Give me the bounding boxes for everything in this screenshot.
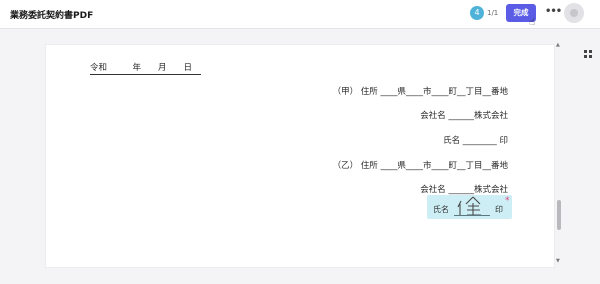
page-indicator-badge[interactable]: 4 [470, 6, 484, 20]
party-a-company: 会社名 ______株式会社 [420, 111, 508, 121]
document-title: 業務委託契約書PDF [10, 11, 94, 21]
top-toolbar: 業務委託契約書PDF 4 1/1 完成 ☝ ••• [0, 0, 600, 29]
signature-name-label: 氏名 [433, 205, 449, 214]
page-count: 1/1 [487, 9, 499, 17]
date-line: 令和 年 月 日 [90, 63, 201, 75]
scrollbar-thumb[interactable] [557, 200, 561, 230]
signature-seal-label: 印 [495, 205, 503, 214]
avatar[interactable] [564, 3, 584, 23]
document-page: 令和 年 月 日 （甲） 住所 ____県____市____町__丁目__番地 … [45, 44, 555, 268]
party-b-address: （乙） 住所 ____県____市____町__丁目__番地 [332, 161, 508, 171]
scroll-down-icon[interactable]: ▼ [556, 258, 560, 264]
grid-view-icon[interactable] [584, 50, 592, 58]
party-a-address: （甲） 住所 ____県____市____町__丁目__番地 [332, 87, 508, 97]
signature-underline [454, 215, 490, 216]
hand-cursor-icon: ☝ [529, 17, 536, 28]
more-options-icon[interactable]: ••• [545, 6, 562, 17]
scrollbar[interactable] [555, 44, 563, 266]
handwritten-signature [457, 196, 481, 216]
party-a-name: 氏名 ________ 印 [443, 136, 508, 146]
party-b-company: 会社名 ______株式会社 [420, 185, 508, 195]
required-mark: * [505, 196, 510, 206]
scroll-up-icon[interactable]: ▲ [556, 42, 560, 48]
signature-field[interactable]: 氏名 印 [427, 195, 512, 219]
